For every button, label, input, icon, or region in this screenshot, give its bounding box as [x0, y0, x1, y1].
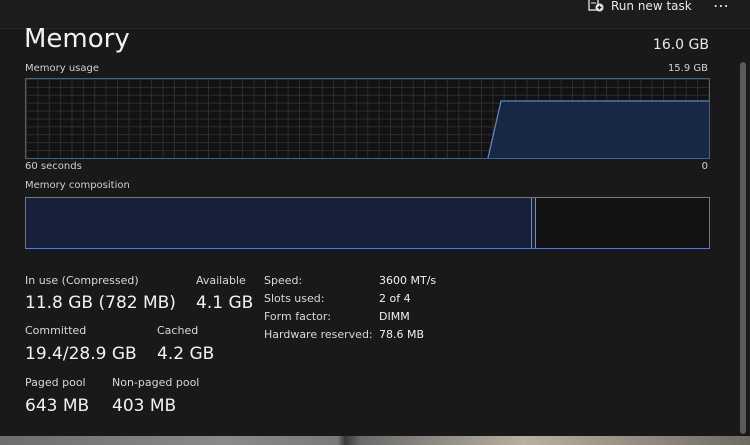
memory-usage-max: 15.9 GB	[667, 63, 708, 74]
desktop-background-strip	[0, 436, 750, 445]
memory-composition-label: Memory composition	[25, 180, 130, 191]
memory-usage-plot	[487, 100, 709, 158]
memory-composition-bar	[25, 197, 710, 249]
committed-value: 19.4/28.9 GB	[25, 344, 137, 364]
in-use-segment	[26, 198, 532, 248]
run-new-task-button[interactable]: Run new task	[588, 0, 692, 13]
committed-label: Committed	[25, 324, 87, 337]
available-label: Available	[196, 274, 246, 287]
cached-value: 4.2 GB	[157, 344, 215, 364]
run-task-icon	[588, 0, 604, 12]
scrollbar[interactable]	[740, 62, 746, 434]
hardware-reserved-value: 78.6 MB	[379, 328, 425, 341]
run-new-task-label: Run new task	[611, 0, 692, 13]
slots-value: 2 of 4	[379, 292, 411, 305]
paged-pool-label: Paged pool	[25, 376, 86, 389]
speed-value: 3600 MT/s	[379, 274, 437, 287]
in-use-label: In use (Compressed)	[25, 274, 139, 287]
more-options-button[interactable]: ⋯	[713, 0, 730, 15]
in-use-value: 11.8 GB (782 MB)	[25, 293, 176, 313]
time-axis-left: 60 seconds	[25, 161, 82, 172]
speed-label: Speed:	[264, 274, 303, 287]
usage-area	[488, 101, 709, 158]
memory-usage-graph	[25, 78, 710, 159]
time-axis-right: 0	[701, 161, 708, 172]
cached-label: Cached	[157, 324, 199, 337]
total-memory: 16.0 GB	[652, 37, 709, 53]
page-title: Memory	[24, 24, 130, 54]
form-factor-value: DIMM	[379, 310, 410, 323]
form-factor-label: Form factor:	[264, 310, 331, 323]
available-value: 4.1 GB	[196, 293, 254, 313]
modified-segment	[532, 198, 536, 248]
non-paged-pool-label: Non-paged pool	[112, 376, 200, 389]
hardware-reserved-label: Hardware reserved:	[264, 328, 373, 341]
paged-pool-value: 643 MB	[25, 396, 90, 416]
slots-label: Slots used:	[264, 292, 325, 305]
memory-usage-label: Memory usage	[25, 63, 100, 74]
non-paged-pool-value: 403 MB	[112, 396, 177, 416]
